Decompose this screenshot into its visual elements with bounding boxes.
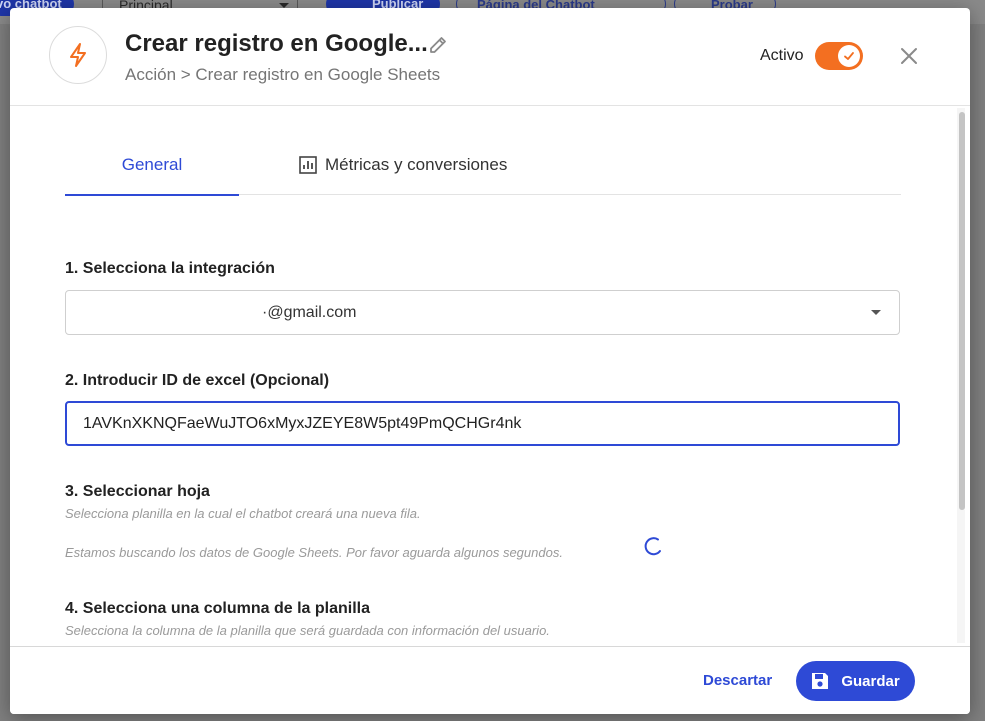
sheet-help-text: Selecciona planilla en la cual el chatbo… bbox=[65, 506, 421, 521]
active-label: Activo bbox=[760, 47, 804, 64]
column-help-text: Selecciona la columna de la planilla que… bbox=[65, 623, 550, 638]
check-icon bbox=[844, 52, 854, 60]
loading-spinner-icon bbox=[644, 537, 661, 556]
action-icon-circle bbox=[49, 26, 107, 84]
discard-button[interactable]: Descartar bbox=[703, 672, 772, 689]
loading-text: Estamos buscando los datos de Google She… bbox=[65, 545, 563, 560]
excel-id-label: 2. Introducir ID de excel (Opcional) bbox=[65, 372, 330, 389]
modal-header: Crear registro en Google... Acción > Cre… bbox=[10, 8, 970, 106]
floppy-disk-icon bbox=[812, 673, 829, 689]
save-button[interactable]: Guardar bbox=[796, 661, 915, 701]
scrollbar-thumb[interactable] bbox=[959, 112, 965, 510]
close-icon[interactable] bbox=[899, 46, 919, 66]
lightning-bolt-icon bbox=[70, 43, 86, 67]
bar-chart-icon bbox=[299, 156, 317, 174]
integration-label: 1. Selecciona la integración bbox=[65, 260, 275, 277]
modal-title: Crear registro en Google... bbox=[125, 30, 428, 57]
tab-metricas[interactable]: Métricas y conversiones bbox=[299, 148, 507, 194]
modal-footer: Descartar Guardar bbox=[10, 646, 970, 714]
pencil-icon[interactable] bbox=[427, 34, 449, 56]
toggle-knob bbox=[838, 45, 860, 67]
integration-select-value: ·@gmail.com bbox=[262, 304, 357, 321]
tab-bar: General Métricas y conversiones bbox=[65, 148, 901, 196]
column-label: 4. Selecciona una columna de la planilla bbox=[65, 600, 370, 617]
integration-select[interactable]: ·@gmail.com bbox=[65, 290, 900, 335]
tab-general[interactable]: General bbox=[65, 148, 239, 196]
tab-metricas-label: Métricas y conversiones bbox=[325, 155, 508, 174]
breadcrumb: Acción > Crear registro en Google Sheets bbox=[125, 65, 441, 84]
sheet-label: 3. Seleccionar hoja bbox=[65, 483, 210, 500]
active-toggle[interactable] bbox=[815, 42, 863, 70]
save-button-label: Guardar bbox=[841, 672, 900, 690]
create-record-modal: Crear registro en Google... Acción > Cre… bbox=[10, 8, 970, 714]
chevron-down-icon bbox=[871, 310, 881, 315]
excel-id-input[interactable] bbox=[65, 401, 900, 446]
